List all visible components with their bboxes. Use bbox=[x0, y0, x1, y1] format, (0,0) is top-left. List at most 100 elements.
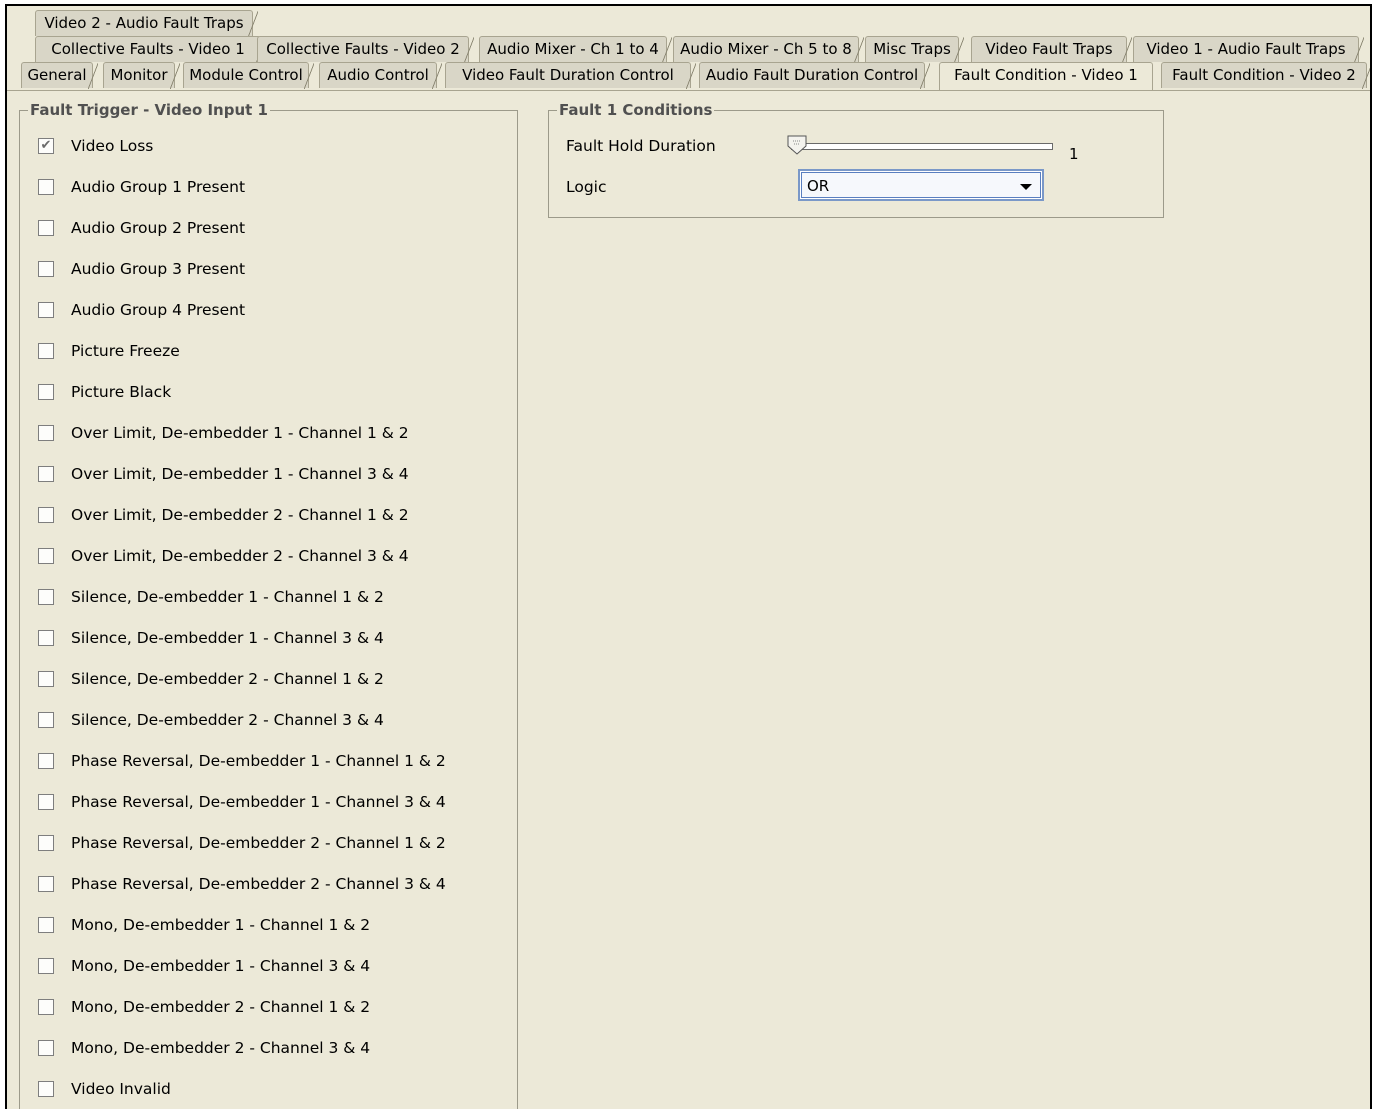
checkbox-label: Silence, De-embedder 1 - Channel 3 & 4 bbox=[71, 629, 384, 647]
checkbox-row[interactable]: Phase Reversal, De-embedder 2 - Channel … bbox=[38, 832, 446, 854]
tab-collective-faults-video-2[interactable]: Collective Faults - Video 2 bbox=[257, 36, 474, 63]
checkbox-row[interactable]: Audio Group 2 Present bbox=[38, 217, 245, 239]
checkbox-label: Phase Reversal, De-embedder 1 - Channel … bbox=[71, 752, 446, 770]
tab-misc-traps[interactable]: Misc Traps bbox=[865, 36, 964, 63]
checkbox[interactable] bbox=[38, 343, 54, 359]
checkbox-label: Phase Reversal, De-embedder 1 - Channel … bbox=[71, 793, 446, 811]
checkbox-label: Mono, De-embedder 1 - Channel 3 & 4 bbox=[71, 957, 371, 975]
checkbox[interactable] bbox=[38, 384, 54, 400]
checkbox[interactable] bbox=[38, 630, 54, 646]
checkbox[interactable] bbox=[38, 958, 54, 974]
checkbox[interactable] bbox=[38, 794, 54, 810]
checkbox[interactable] bbox=[38, 671, 54, 687]
checkbox-label: Audio Group 1 Present bbox=[71, 178, 246, 196]
checkbox-row[interactable]: Over Limit, De-embedder 2 - Channel 3 & … bbox=[38, 545, 409, 567]
checkbox-row[interactable]: Video Invalid bbox=[38, 1078, 171, 1100]
checkbox-row[interactable]: Picture Freeze bbox=[38, 340, 180, 362]
fault-trigger-group: Fault Trigger - Video Input 1 ✔ Video Los… bbox=[19, 100, 518, 1109]
tab-row: Video 2 - Audio Fault Traps bbox=[7, 10, 1370, 37]
checkbox-row[interactable]: Silence, De-embedder 1 - Channel 3 & 4 bbox=[38, 627, 384, 649]
checkbox-row[interactable]: Over Limit, De-embedder 2 - Channel 1 & … bbox=[38, 504, 409, 526]
checkbox[interactable] bbox=[38, 1081, 54, 1097]
tab-audio-control[interactable]: Audio Control bbox=[319, 62, 442, 89]
checkbox-row[interactable]: Over Limit, De-embedder 1 - Channel 1 & … bbox=[38, 422, 409, 444]
checkbox[interactable] bbox=[38, 712, 54, 728]
checkbox-row[interactable]: Silence, De-embedder 1 - Channel 1 & 2 bbox=[38, 586, 384, 608]
checkbox-label: Silence, De-embedder 2 - Channel 3 & 4 bbox=[71, 711, 384, 729]
fault-conditions-title: Fault 1 Conditions bbox=[557, 100, 715, 120]
checkbox-row[interactable]: Mono, De-embedder 1 - Channel 3 & 4 bbox=[38, 955, 370, 977]
checkbox-row[interactable]: Audio Group 4 Present bbox=[38, 299, 245, 321]
tab-fault-condition-video-2[interactable]: Fault Condition - Video 2 bbox=[1161, 62, 1370, 89]
fault-trigger-title: Fault Trigger - Video Input 1 bbox=[28, 100, 270, 120]
tab-monitor[interactable]: Monitor bbox=[103, 62, 180, 89]
checkbox[interactable] bbox=[38, 835, 54, 851]
checkmark-icon: ✔ bbox=[40, 138, 52, 153]
checkbox-label: Over Limit, De-embedder 1 - Channel 3 & … bbox=[71, 465, 409, 483]
tab-video-1-audio-fault-traps[interactable]: Video 1 - Audio Fault Traps bbox=[1133, 36, 1364, 63]
tab-video-fault-duration-control[interactable]: Video Fault Duration Control bbox=[445, 62, 696, 89]
checkbox-label: Mono, De-embedder 2 - Channel 3 & 4 bbox=[71, 1039, 371, 1057]
checkbox-row[interactable]: Silence, De-embedder 2 - Channel 3 & 4 bbox=[38, 709, 384, 731]
logic-select-inner: OR bbox=[801, 172, 1041, 198]
checkbox[interactable] bbox=[38, 917, 54, 933]
tab-general[interactable]: General bbox=[21, 62, 98, 89]
checkbox[interactable] bbox=[38, 507, 54, 523]
checkbox[interactable] bbox=[38, 876, 54, 892]
fault-hold-duration-value: 1 bbox=[1069, 145, 1079, 163]
checkbox[interactable] bbox=[38, 466, 54, 482]
tab-audio-mixer-ch-1-to-4[interactable]: Audio Mixer - Ch 1 to 4 bbox=[479, 36, 672, 63]
checkbox-row[interactable]: Over Limit, De-embedder 1 - Channel 3 & … bbox=[38, 463, 409, 485]
checkbox[interactable] bbox=[38, 302, 54, 318]
checkbox-row[interactable]: Phase Reversal, De-embedder 1 - Channel … bbox=[38, 750, 446, 772]
logic-label: Logic bbox=[566, 178, 607, 196]
checkbox[interactable] bbox=[38, 548, 54, 564]
checkbox-label: Audio Group 2 Present bbox=[71, 219, 246, 237]
config-window: Video 2 - Audio Fault Traps Collective Fa… bbox=[5, 4, 1372, 1109]
checkbox-label: Silence, De-embedder 2 - Channel 1 & 2 bbox=[71, 670, 384, 688]
tab-audio-fault-duration-control[interactable]: Audio Fault Duration Control bbox=[699, 62, 930, 89]
tab-content-border bbox=[7, 90, 1370, 91]
checkbox-label: Silence, De-embedder 1 - Channel 1 & 2 bbox=[71, 588, 384, 606]
checkbox-label: Over Limit, De-embedder 2 - Channel 3 & … bbox=[71, 547, 409, 565]
checkbox-label: Audio Group 3 Present bbox=[71, 260, 246, 278]
tab-video-2-audio-fault-traps[interactable]: Video 2 - Audio Fault Traps bbox=[35, 10, 258, 37]
checkbox-row[interactable]: Mono, De-embedder 2 - Channel 3 & 4 bbox=[38, 1037, 370, 1059]
tab-row: General Monitor Module Control Audio Contro… bbox=[7, 62, 1370, 90]
checkbox[interactable] bbox=[38, 1040, 54, 1056]
checkbox[interactable] bbox=[38, 425, 54, 441]
checkbox[interactable]: ✔ bbox=[38, 138, 54, 154]
logic-select[interactable]: OR bbox=[798, 169, 1044, 201]
checkbox-label: Picture Freeze bbox=[71, 342, 180, 360]
checkbox[interactable] bbox=[38, 179, 54, 195]
checkbox-row[interactable]: ✔ Video Loss bbox=[38, 135, 153, 157]
tab-row: Collective Faults - Video 1 Collective Fa… bbox=[7, 36, 1370, 63]
checkbox-row[interactable]: Phase Reversal, De-embedder 1 - Channel … bbox=[38, 791, 446, 813]
tab-module-control[interactable]: Module Control bbox=[183, 62, 314, 89]
fault-hold-duration-slider[interactable] bbox=[791, 143, 1053, 150]
checkbox-label: Over Limit, De-embedder 1 - Channel 1 & … bbox=[71, 424, 409, 442]
checkbox-row[interactable]: Mono, De-embedder 1 - Channel 1 & 2 bbox=[38, 914, 370, 936]
checkbox[interactable] bbox=[38, 220, 54, 236]
checkbox[interactable] bbox=[38, 261, 54, 277]
tab-video-fault-traps[interactable]: Video Fault Traps bbox=[971, 36, 1132, 63]
checkbox-label: Video Invalid bbox=[71, 1080, 171, 1098]
checkbox-row[interactable]: Silence, De-embedder 2 - Channel 1 & 2 bbox=[38, 668, 384, 690]
checkbox-row[interactable]: Phase Reversal, De-embedder 2 - Channel … bbox=[38, 873, 446, 895]
checkbox-row[interactable]: Picture Black bbox=[38, 381, 171, 403]
chevron-down-icon[interactable] bbox=[1020, 184, 1032, 190]
checkbox[interactable] bbox=[38, 999, 54, 1015]
checkbox[interactable] bbox=[38, 589, 54, 605]
checkbox-label: Phase Reversal, De-embedder 2 - Channel … bbox=[71, 875, 446, 893]
tab-collective-faults-video-1[interactable]: Collective Faults - Video 1 bbox=[35, 36, 266, 63]
logic-select-value: OR bbox=[807, 177, 830, 195]
checkbox-row[interactable]: Mono, De-embedder 2 - Channel 1 & 2 bbox=[38, 996, 370, 1018]
slider-thumb[interactable] bbox=[787, 135, 807, 155]
tab-fault-condition-video-1[interactable]: Fault Condition - Video 1 bbox=[939, 62, 1153, 90]
tab-audio-mixer-ch-5-to-8[interactable]: Audio Mixer - Ch 5 to 8 bbox=[673, 36, 864, 63]
checkbox-row[interactable]: Audio Group 3 Present bbox=[38, 258, 245, 280]
checkbox[interactable] bbox=[38, 753, 54, 769]
checkbox-row[interactable]: Audio Group 1 Present bbox=[38, 176, 245, 198]
checkbox-label: Over Limit, De-embedder 2 - Channel 1 & … bbox=[71, 506, 409, 524]
fault-hold-duration-label: Fault Hold Duration bbox=[566, 137, 716, 155]
